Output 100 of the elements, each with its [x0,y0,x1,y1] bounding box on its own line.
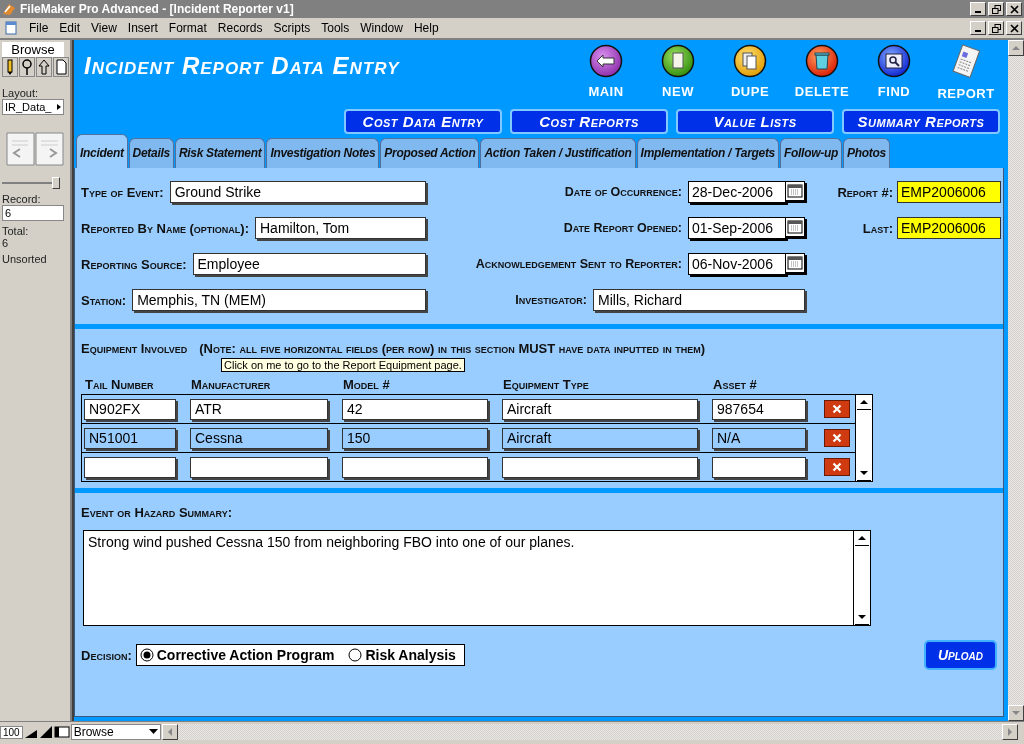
minimize-button[interactable] [970,21,986,35]
field-label: Date of Occurrence: [564,185,682,199]
tab[interactable]: Follow-up [780,138,842,168]
table-row[interactable]: N51001 Cessna 150 Aircraft N/A [82,424,855,453]
tab[interactable]: Implementation / Targets [636,138,779,168]
column-header: Tail Number [85,376,155,392]
summary-text-area[interactable]: Strong wind pushed Cessna 150 from neighboring FBO into one of our planes. [83,530,871,626]
column-header: Asset # [713,376,758,392]
tab[interactable]: Details [128,138,174,168]
radio-option[interactable]: Risk Analysis [348,647,456,663]
layout-tool-icon[interactable] [36,57,52,77]
table-cell[interactable]: N51001 [84,427,176,449]
nav-button[interactable]: Cost Reports [510,109,668,134]
table-cell[interactable] [342,456,488,478]
tab[interactable]: Incident [76,134,128,168]
radio-button[interactable] [139,648,154,662]
pencil-icon[interactable] [2,57,18,77]
table-cell[interactable]: Cessna [190,427,328,449]
scrollbar[interactable] [853,531,870,625]
upload-button[interactable]: Upload [923,640,997,670]
text-field[interactable]: Employee [192,253,426,275]
table-cell[interactable] [712,456,806,478]
menu-item[interactable]: Insert [122,21,164,35]
radio-button[interactable] [348,648,363,662]
restore-button[interactable] [988,21,1004,35]
menu-item[interactable]: Records [212,21,269,35]
delete-row-button[interactable] [824,429,850,447]
date-field[interactable]: 28-Dec-2006 [688,181,786,203]
tab[interactable]: Photos [842,138,890,168]
menu-item[interactable]: Tools [316,21,356,35]
menu-item[interactable]: Scripts [268,21,317,35]
field-label: Report #: [837,184,893,200]
slider-thumb[interactable] [52,177,60,189]
calendar-icon[interactable] [786,253,805,273]
layout-label: Layout: [2,87,39,99]
calendar-icon[interactable] [786,217,805,237]
text-field[interactable]: Mills, Richard [593,289,805,311]
zoom-level[interactable]: 100 [0,725,23,739]
tab[interactable]: Proposed Action [380,138,480,168]
trash-icon [805,44,839,78]
table-cell[interactable] [190,456,328,478]
delete-row-button[interactable] [824,400,850,418]
menu-item[interactable]: Format [163,21,213,35]
record-slider[interactable] [2,177,60,189]
table-cell[interactable]: 42 [342,398,488,420]
menu-item[interactable]: File [24,21,55,35]
new-page-icon [661,44,695,78]
table-cell[interactable]: N902FX [84,398,176,420]
menu-item[interactable]: Window [355,21,409,35]
magnifier-icon[interactable] [19,57,35,77]
field-label: Reported By Name (optional): [81,220,249,236]
text-field[interactable]: Hamilton, Tom [255,217,426,239]
restore-button[interactable] [988,2,1004,16]
text-field[interactable]: Ground Strike [169,181,426,203]
field-label: Investigator: [515,293,587,307]
text-field[interactable]: Memphis, TN (MEM) [132,289,426,311]
report-number-field[interactable]: EMP2006006 [897,181,1001,203]
app-icon [2,2,16,16]
table-cell[interactable]: 987654 [712,398,806,420]
table-row[interactable]: N902FX ATR 42 Aircraft 987654 [82,395,855,424]
date-field[interactable]: 06-Nov-2006 [688,253,786,275]
nav-button[interactable]: Summary Reports [842,109,1000,134]
table-cell[interactable]: 150 [342,427,488,449]
scrollbar[interactable] [161,724,1018,740]
table-cell[interactable] [502,456,698,478]
menu-item[interactable]: Help [408,21,445,35]
tab[interactable]: Risk Statement [174,138,266,168]
close-button[interactable] [1006,2,1022,16]
total-label: Total: [2,225,29,237]
radio-option[interactable]: Corrective Action Program [139,647,335,663]
page-icon[interactable] [53,57,69,77]
minimize-button[interactable] [970,2,986,16]
table-cell[interactable]: Aircraft [502,398,698,420]
table-cell[interactable]: N/A [712,427,806,449]
tab[interactable]: Investigation Notes [266,138,380,168]
field-label: Station: [81,292,127,308]
status-toggle-icon[interactable] [53,725,70,739]
calendar-icon[interactable] [786,181,805,201]
date-field[interactable]: 01-Sep-2006 [688,217,786,239]
layout-dropdown[interactable]: IR_Data_ [2,99,64,115]
table-cell[interactable]: ATR [190,398,328,420]
table-cell[interactable]: Aircraft [502,427,698,449]
field-label: Acknowledgement Sent to Reporter: [475,257,682,271]
record-field[interactable]: 6 [2,205,64,221]
mode-dropdown[interactable]: Browse [70,724,161,740]
delete-row-button[interactable] [824,458,850,476]
table-cell[interactable] [84,456,176,478]
menu-item[interactable]: Edit [54,21,87,35]
nav-button[interactable]: Value Lists [676,109,834,134]
nav-button[interactable]: Cost Data Entry [344,109,502,134]
field-label: Last: [862,220,893,236]
column-header: Equipment Type [503,376,590,392]
field-label: Date Report Opened: [563,221,682,235]
scrollbar[interactable] [855,395,872,481]
report-number-field[interactable]: EMP2006006 [897,217,1001,239]
tab[interactable]: Action Taken / Justification [480,138,636,168]
menu-item[interactable]: View [86,21,123,35]
close-button[interactable] [1006,21,1022,35]
document-icon [4,21,18,35]
column-header: Model # [343,376,391,392]
